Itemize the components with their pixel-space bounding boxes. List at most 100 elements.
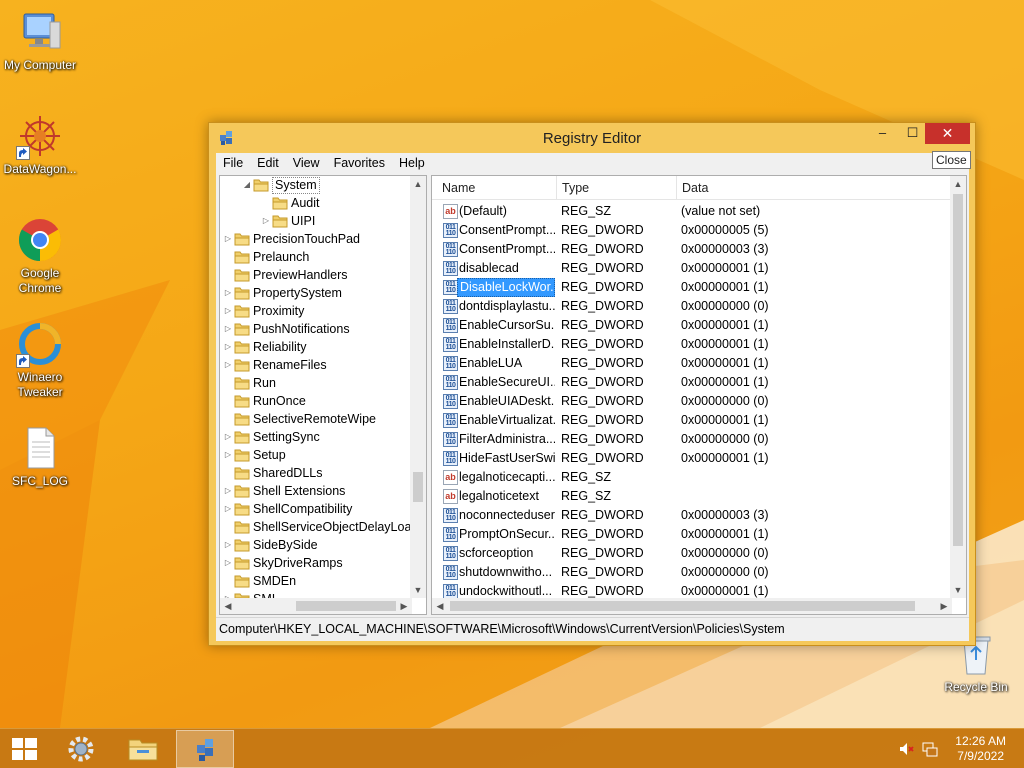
expand-arrow-icon[interactable]: ▷: [223, 536, 233, 554]
scroll-left-arrow-icon[interactable]: ◀: [432, 598, 448, 614]
tree-item[interactable]: SelectiveRemoteWipe: [220, 410, 412, 428]
expand-arrow-icon[interactable]: ▷: [223, 554, 233, 572]
value-row[interactable]: 011 110 scforceoption REG_DWORD 0x00000000 (…: [432, 544, 952, 563]
tree-item[interactable]: ▷ Setup: [220, 446, 412, 464]
scroll-down-arrow-icon[interactable]: ▼: [950, 582, 966, 598]
tree-item[interactable]: ▷ Proximity: [220, 302, 412, 320]
menu-file[interactable]: File: [216, 156, 250, 170]
list-hscroll-thumb[interactable]: [450, 601, 915, 611]
tree-vertical-scrollbar[interactable]: ▲ ▼: [410, 176, 426, 598]
menu-favorites[interactable]: Favorites: [327, 156, 392, 170]
tree-item[interactable]: ◢ System: [220, 176, 412, 194]
desktop-icon-datawagon[interactable]: DataWagon...: [0, 112, 80, 177]
scroll-down-arrow-icon[interactable]: ▼: [410, 582, 426, 598]
tree-item[interactable]: ▷ Reliability: [220, 338, 412, 356]
expand-arrow-icon[interactable]: ▷: [223, 428, 233, 446]
scroll-right-arrow-icon[interactable]: ▶: [936, 598, 952, 614]
taskbar-registry-editor-button[interactable]: [176, 730, 234, 768]
close-button[interactable]: ✕: [925, 123, 970, 144]
speaker-muted-icon[interactable]: [898, 741, 914, 760]
taskbar-settings-button[interactable]: [52, 730, 110, 768]
value-row[interactable]: 011 110 FilterAdministra... REG_DWORD 0x0000…: [432, 430, 952, 449]
expand-arrow-icon[interactable]: ▷: [223, 500, 233, 518]
tree-item[interactable]: ▷ PrecisionTouchPad: [220, 230, 412, 248]
system-clock[interactable]: 12:26 AM 7/9/2022: [955, 734, 1006, 764]
tree-item[interactable]: ShellServiceObjectDelayLoad: [220, 518, 412, 536]
tree-item[interactable]: ▷ PropertySystem: [220, 284, 412, 302]
value-row[interactable]: 011 110 EnableInstallerD... REG_DWORD 0x0000…: [432, 335, 952, 354]
tree-item[interactable]: Audit: [220, 194, 412, 212]
tree-item[interactable]: RunOnce: [220, 392, 412, 410]
expand-arrow-icon[interactable]: ▷: [223, 446, 233, 464]
tree-item[interactable]: ▷ RenameFiles: [220, 356, 412, 374]
column-header-name[interactable]: Name: [442, 181, 475, 195]
tree-item[interactable]: SMDEn: [220, 572, 412, 590]
value-row[interactable]: 011 110 undockwithoutl... REG_DWORD 0x000000…: [432, 582, 952, 598]
collapse-arrow-icon[interactable]: ◢: [242, 176, 252, 194]
menu-view[interactable]: View: [286, 156, 327, 170]
desktop-icon-google-chrome[interactable]: Google Chrome: [0, 216, 80, 296]
expand-arrow-icon[interactable]: ▷: [223, 356, 233, 374]
expand-arrow-icon[interactable]: ▷: [223, 482, 233, 500]
value-row[interactable]: ab legalnoticecapti... REG_SZ: [432, 468, 952, 487]
value-row[interactable]: 011 110 DisableLockWor... REG_DWORD 0x000000…: [432, 278, 952, 297]
desktop-icon-sfc-log[interactable]: SFC_LOG: [0, 424, 80, 489]
value-row[interactable]: 011 110 ConsentPrompt... REG_DWORD 0x0000000…: [432, 221, 952, 240]
key-tree-pane[interactable]: ◢ System Audit ▷ UIPI ▷ PrecisionTouchPad Prela…: [219, 175, 427, 615]
value-row[interactable]: 011 110 dontdisplaylastu... REG_DWORD 0x0000…: [432, 297, 952, 316]
scroll-left-arrow-icon[interactable]: ◀: [220, 598, 236, 614]
expand-arrow-icon[interactable]: ▷: [223, 230, 233, 248]
value-row[interactable]: 011 110 PromptOnSecur... REG_DWORD 0x0000000…: [432, 525, 952, 544]
minimize-button[interactable]: –: [869, 123, 896, 144]
tree-item[interactable]: ▷ SMI: [220, 590, 412, 598]
title-bar[interactable]: Registry Editor – ☐ ✕: [209, 123, 975, 153]
menu-help[interactable]: Help: [392, 156, 432, 170]
expand-arrow-icon[interactable]: ▷: [223, 302, 233, 320]
tree-item[interactable]: Run: [220, 374, 412, 392]
start-button[interactable]: [0, 730, 48, 768]
scroll-up-arrow-icon[interactable]: ▲: [950, 176, 966, 192]
value-row[interactable]: ab legalnoticetext REG_SZ: [432, 487, 952, 506]
column-header-type[interactable]: Type: [562, 181, 589, 195]
tree-item[interactable]: PreviewHandlers: [220, 266, 412, 284]
values-list-pane[interactable]: Name Type Data ab (Default) REG_SZ (value n…: [431, 175, 967, 615]
value-row[interactable]: 011 110 noconnecteduser REG_DWORD 0x00000003…: [432, 506, 952, 525]
tree-item[interactable]: ▷ SkyDriveRamps: [220, 554, 412, 572]
tree-item[interactable]: ▷ SettingSync: [220, 428, 412, 446]
expand-arrow-icon[interactable]: ▷: [261, 212, 271, 230]
expand-arrow-icon[interactable]: ▷: [223, 338, 233, 356]
scroll-right-arrow-icon[interactable]: ▶: [396, 598, 412, 614]
menu-edit[interactable]: Edit: [250, 156, 286, 170]
scroll-up-arrow-icon[interactable]: ▲: [410, 176, 426, 192]
list-horizontal-scrollbar[interactable]: ◀ ▶: [432, 598, 952, 614]
registry-editor-window[interactable]: Registry Editor – ☐ ✕ File Edit View Fav…: [208, 122, 976, 646]
column-divider[interactable]: [676, 176, 677, 200]
value-row[interactable]: 011 110 ConsentPrompt... REG_DWORD 0x0000000…: [432, 240, 952, 259]
tree-vscroll-thumb[interactable]: [413, 472, 423, 502]
column-header-data[interactable]: Data: [682, 181, 708, 195]
desktop-icon-winaero-tweaker[interactable]: Winaero Tweaker: [0, 320, 80, 400]
tree-item[interactable]: ▷ SideBySide: [220, 536, 412, 554]
tree-hscroll-thumb[interactable]: [296, 601, 396, 611]
value-row[interactable]: 011 110 EnableSecureUI... REG_DWORD 0x000000…: [432, 373, 952, 392]
tree-item[interactable]: ▷ PushNotifications: [220, 320, 412, 338]
tree-horizontal-scrollbar[interactable]: ◀ ▶: [220, 598, 412, 614]
list-vertical-scrollbar[interactable]: ▲ ▼: [950, 176, 966, 598]
expand-arrow-icon[interactable]: ▷: [223, 320, 233, 338]
value-row[interactable]: 011 110 EnableVirtualizat... REG_DWORD 0x000…: [432, 411, 952, 430]
value-row[interactable]: 011 110 EnableLUA REG_DWORD 0x00000001 (1): [432, 354, 952, 373]
tree-item[interactable]: ▷ UIPI: [220, 212, 412, 230]
column-divider[interactable]: [556, 176, 557, 200]
tree-item[interactable]: Prelaunch: [220, 248, 412, 266]
value-row[interactable]: 011 110 EnableCursorSu... REG_DWORD 0x000000…: [432, 316, 952, 335]
value-row[interactable]: 011 110 shutdownwitho... REG_DWORD 0x0000000…: [432, 563, 952, 582]
tree-item[interactable]: ▷ ShellCompatibility: [220, 500, 412, 518]
expand-arrow-icon[interactable]: ▷: [223, 590, 233, 598]
list-vscroll-thumb[interactable]: [953, 194, 963, 546]
value-row[interactable]: 011110HideFastUserSwi... REG_DWORD 0x00000…: [432, 449, 952, 468]
taskbar-file-explorer-button[interactable]: [114, 730, 172, 768]
value-row[interactable]: ab (Default) REG_SZ (value not set): [432, 202, 952, 221]
value-row[interactable]: 011 110 EnableUIADeskt... REG_DWORD 0x000000…: [432, 392, 952, 411]
value-row[interactable]: 011 110 disablecad REG_DWORD 0x00000001 (1): [432, 259, 952, 278]
tree-item[interactable]: SharedDLLs: [220, 464, 412, 482]
